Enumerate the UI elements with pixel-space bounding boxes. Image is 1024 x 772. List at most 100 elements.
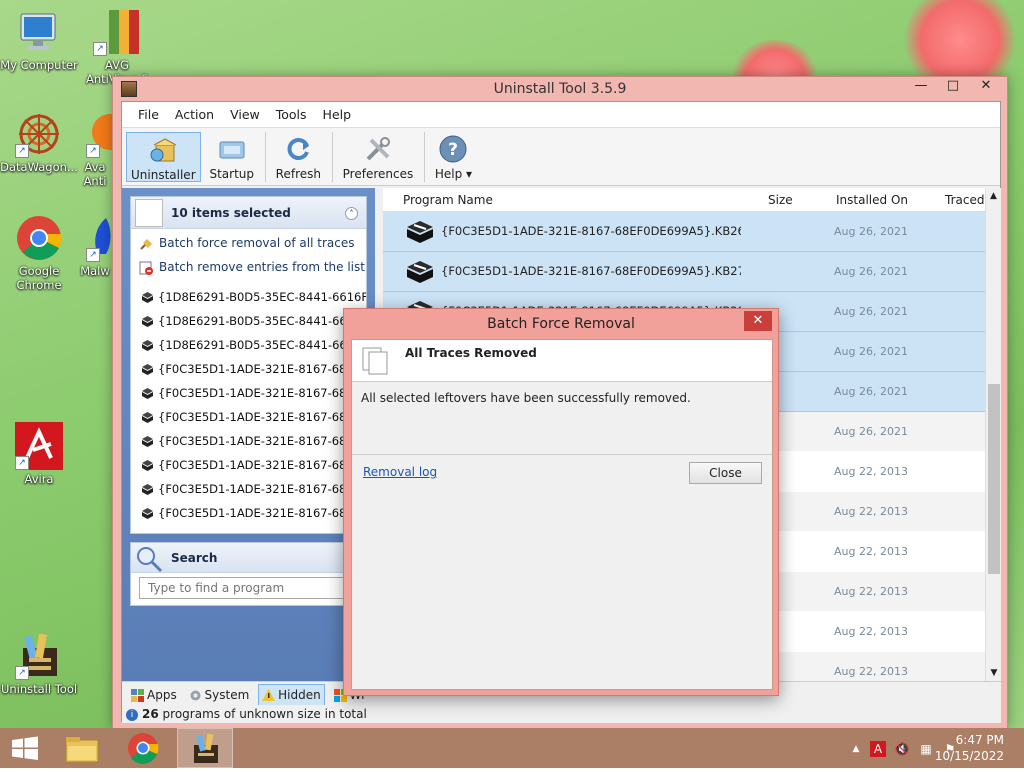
menu-action[interactable]: Action (167, 102, 222, 128)
tab-apps[interactable]: Apps (128, 685, 180, 705)
minimize-button[interactable]: — (905, 77, 937, 97)
uninstaller-icon (148, 135, 178, 165)
dialog-titlebar[interactable]: Batch Force Removal ✕ (344, 309, 778, 339)
volume-muted-icon[interactable]: 🔇 (894, 741, 910, 757)
column-size[interactable]: Size (768, 188, 793, 212)
tab-system-label: System (204, 688, 250, 702)
status-bar: i 26 programs of unknown size in total (122, 705, 1001, 723)
desktop-icon-datawagon[interactable]: ↗ DataWagon... (0, 110, 78, 174)
refresh-button[interactable]: Refresh (272, 132, 325, 182)
toolbar-separator (264, 132, 266, 182)
selected-item[interactable]: {F0C3E5D1-1ADE-321E-8167-68EF0 (131, 453, 366, 477)
scroll-up-icon[interactable]: ▲ (986, 188, 1001, 204)
computer-icon (15, 8, 63, 56)
selected-item[interactable]: {1D8E6291-B0D5-35EC-8441-6616F5... (131, 285, 366, 309)
selected-item[interactable]: {F0C3E5D1-1ADE-321E-8167-68EF0 (131, 381, 366, 405)
program-row[interactable]: {F0C3E5D1-1ADE-321E-8167-68EF0DE699A5}.K… (383, 212, 1001, 252)
selected-item-label: {F0C3E5D1-1ADE-321E-8167-68EF0 (158, 482, 366, 496)
selected-item-label: {1D8E6291-B0D5-35EC-8441-6616F5 (158, 314, 366, 328)
window-titlebar[interactable]: Uninstall Tool 3.5.9 — □ ✕ (113, 77, 1007, 101)
selected-item-label: {F0C3E5D1-1ADE-321E-8167-68EF0 (158, 434, 366, 448)
selected-item[interactable]: {F0C3E5D1-1ADE-321E-8167-68EF0 (131, 429, 366, 453)
close-window-button[interactable]: ✕ (971, 77, 1001, 97)
selected-item[interactable]: {1D8E6291-B0D5-35EC-8441-6616F5 (131, 309, 366, 333)
selected-item[interactable]: {F0C3E5D1-1ADE-321E-8167-68EF0 (131, 477, 366, 501)
installed-date: Aug 26, 2021 (834, 425, 908, 438)
program-row[interactable]: {F0C3E5D1-1ADE-321E-8167-68EF0DE699A5}.K… (383, 252, 1001, 292)
uninstaller-label: Uninstaller (131, 168, 196, 182)
installed-date: Aug 22, 2013 (834, 585, 908, 598)
menu-view[interactable]: View (222, 102, 268, 128)
clock[interactable]: 6:47 PM 10/15/2022 (935, 732, 1004, 764)
column-program-name[interactable]: Program Name (403, 188, 493, 212)
refresh-icon (283, 134, 313, 164)
selected-item[interactable]: {F0C3E5D1-1ADE-321E-8167-68EF0 (131, 405, 366, 429)
desktop-icon-avg[interactable]: ↗ AVG AntiVirus F (78, 8, 156, 86)
collapse-icon[interactable]: ˄ (345, 207, 358, 220)
program-name: {F0C3E5D1-1ADE-321E-8167-68EF0DE699A5}.K… (441, 264, 741, 278)
folder-icon (65, 737, 99, 763)
close-button[interactable]: Close (689, 462, 762, 484)
dialog-header: All Traces Removed (352, 340, 772, 382)
removal-log-link[interactable]: Removal log (363, 465, 437, 479)
column-installed-on[interactable]: Installed On (836, 188, 908, 212)
app-icon (121, 81, 137, 97)
maximize-button[interactable]: □ (937, 77, 969, 97)
shortcut-arrow-icon: ↗ (86, 248, 100, 262)
menu-tools[interactable]: Tools (268, 102, 315, 128)
startup-button[interactable]: Startup (205, 132, 258, 182)
avira-tray-icon[interactable]: A (870, 741, 886, 757)
package-icon (141, 339, 154, 352)
taskbar-uninstall-tool[interactable] (177, 728, 233, 768)
search-input[interactable] (139, 577, 349, 599)
tab-hidden[interactable]: Hidden (258, 684, 325, 706)
selected-item[interactable]: {F0C3E5D1-1ADE-321E-8167-68EF0 (131, 501, 366, 525)
scrollbar-thumb[interactable] (988, 384, 1000, 574)
selection-panel-header[interactable]: 10 items selected ˄ (131, 197, 366, 229)
desktop-icon-chrome[interactable]: Google Chrome (0, 214, 78, 292)
search-title: Search (171, 551, 218, 565)
menu-help[interactable]: Help (315, 102, 360, 128)
network-icon[interactable]: ▦ (918, 741, 934, 757)
desktop-icon-label: Avira (24, 472, 54, 486)
scroll-down-icon[interactable]: ▼ (986, 665, 1002, 681)
desktop-icon-uninstall-tool[interactable]: ↗ Uninstall Tool (0, 632, 78, 696)
desktop-icon-avira[interactable]: ↗ Avira (0, 422, 78, 486)
documents-icon (361, 346, 391, 376)
start-button[interactable] (0, 728, 50, 768)
selected-item[interactable]: {F0C3E5D1-1ADE-321E-8167-68EF0 (131, 357, 366, 381)
toolbar-separator (424, 132, 426, 182)
menu-file[interactable]: File (130, 102, 167, 128)
tray-expand-icon[interactable]: ▲ (848, 741, 864, 757)
taskbar-chrome[interactable] (115, 728, 171, 768)
chrome-icon (15, 214, 63, 262)
batch-remove-link[interactable]: Batch remove entries from the list (131, 253, 366, 277)
desktop-icon-avast[interactable]: ↗ Ava Anti (78, 110, 112, 188)
broom-icon (139, 237, 153, 251)
list-scrollbar[interactable]: ▲ ▼ (985, 188, 1001, 681)
shortcut-arrow-icon: ↗ (15, 144, 29, 158)
batch-force-removal-link[interactable]: Batch force removal of all traces (131, 229, 366, 253)
left-pane: 10 items selected ˄ Batch force removal … (122, 188, 375, 681)
system-tray: ▲ A 🔇 ▦ ⚑ 6:47 PM 10/15/2022 (824, 728, 1024, 768)
installed-date: Aug 26, 2021 (834, 345, 908, 358)
uninstaller-button[interactable]: Uninstaller (126, 132, 201, 182)
desktop-icon-malwarebytes[interactable]: ↗ Malw (78, 214, 112, 278)
column-traced[interactable]: Traced (945, 188, 984, 212)
help-button[interactable]: ? Help ▾ (431, 132, 476, 182)
desktop-icon-my-computer[interactable]: My Computer (0, 8, 78, 72)
desktop-icon-label: DataWagon... (0, 160, 78, 174)
dialog-close-icon[interactable]: ✕ (744, 311, 772, 331)
uninstall-tool-icon (194, 733, 218, 763)
preferences-button[interactable]: Preferences (339, 132, 418, 182)
malwarebytes-icon: ↗ (78, 214, 112, 262)
shortcut-arrow-icon: ↗ (15, 666, 29, 680)
dialog-heading: All Traces Removed (405, 346, 537, 360)
startup-icon (217, 134, 247, 164)
tab-system[interactable]: System (186, 685, 253, 705)
avira-icon: ↗ (15, 422, 63, 470)
selected-item[interactable]: {1D8E6291-B0D5-35EC-8441-6616F5 (131, 333, 366, 357)
taskbar-file-explorer[interactable] (54, 728, 110, 768)
refresh-label: Refresh (275, 167, 321, 181)
selected-item-label: {F0C3E5D1-1ADE-321E-8167-68EF0 (158, 506, 366, 520)
